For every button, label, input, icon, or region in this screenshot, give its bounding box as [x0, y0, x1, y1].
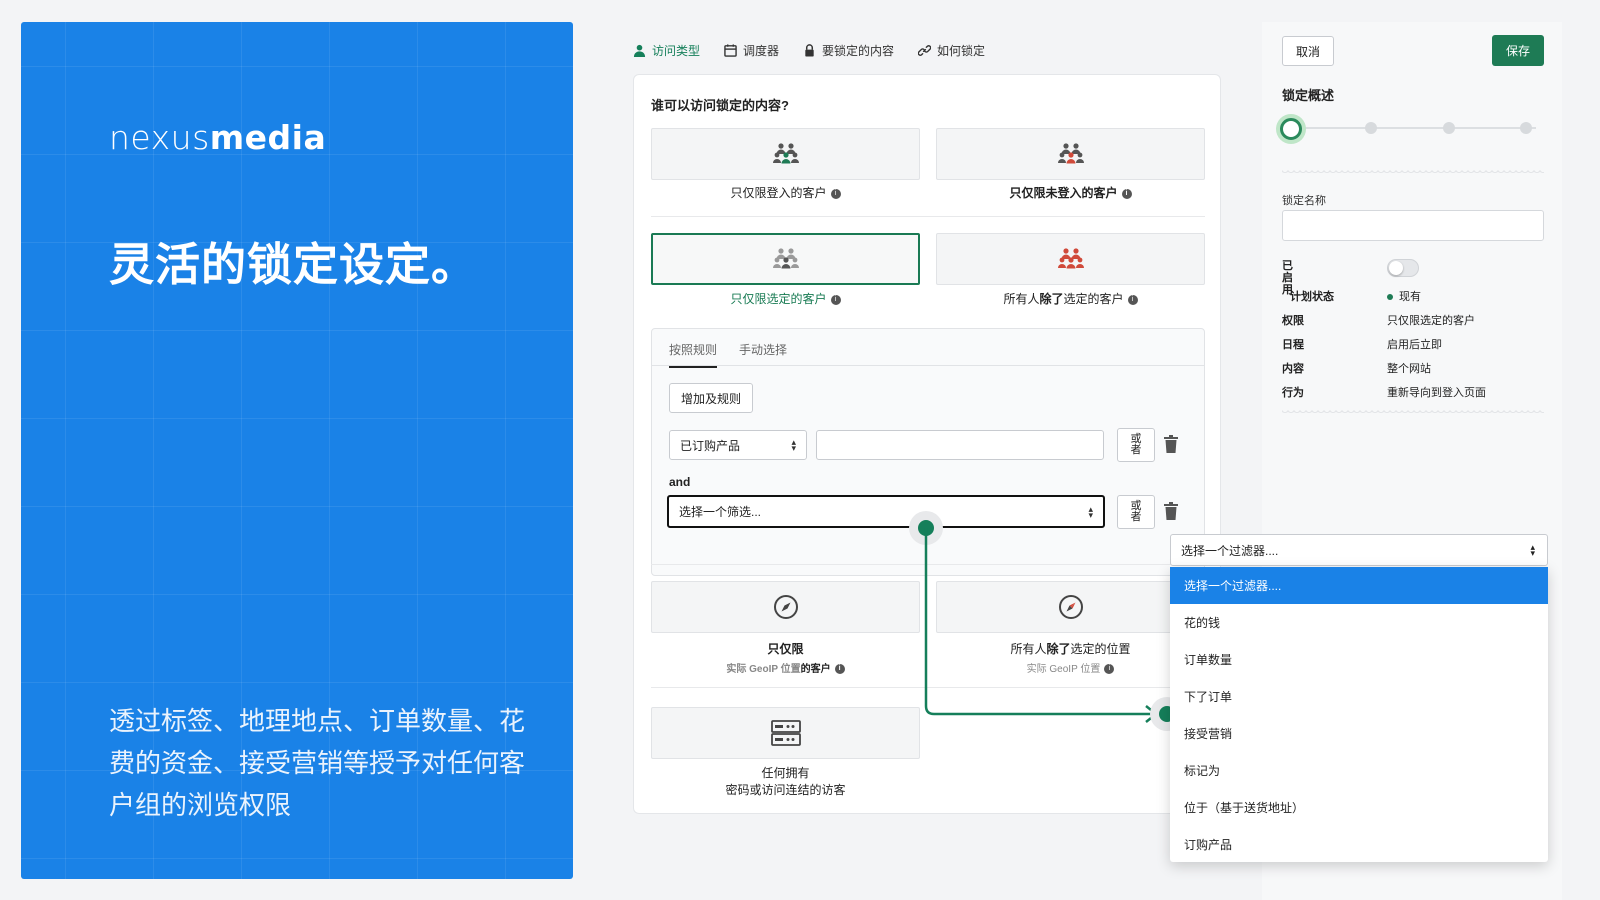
overview-title: 锁定概述: [1282, 88, 1335, 103]
info-icon[interactable]: i: [830, 294, 841, 305]
option-everyone-except-label: 所有人除了选定的客户 i: [936, 290, 1205, 307]
and-label: and: [669, 475, 691, 489]
option-selected-customers-label: 只仅限选定的客户 i: [651, 290, 920, 307]
lock-name-label: 锁定名称: [1282, 195, 1326, 207]
dropdown-option[interactable]: 标记为: [1170, 752, 1548, 789]
compass-icon: [773, 595, 798, 619]
rule1-filter-select[interactable]: 已订购产品 ▴ ▾: [669, 430, 807, 460]
option-logged-in-label: 只仅限登入的客户 i: [651, 184, 920, 201]
rule2-or-button[interactable]: 或者: [1117, 495, 1155, 529]
step-how-to-lock[interactable]: 如何锁定: [918, 42, 985, 59]
compass-icon: [1058, 595, 1083, 619]
lock-icon: [805, 44, 814, 57]
cancel-button[interactable]: 取消: [1282, 36, 1334, 66]
filter-dropdown-select[interactable]: 选择一个过滤器.... ▴ ▾: [1170, 534, 1548, 566]
option-everyone-except[interactable]: [936, 233, 1205, 285]
rules-tabs: 按照规则 手动选择: [669, 341, 787, 368]
option-not-logged-in[interactable]: [936, 128, 1205, 180]
step-scheduler[interactable]: 调度器: [724, 42, 779, 59]
option-not-logged-in-label: 只仅限未登入的客户 i: [936, 184, 1205, 201]
dropdown-option[interactable]: 下了订单: [1170, 678, 1548, 715]
rule1-or-button[interactable]: 或者: [1117, 428, 1155, 462]
dropdown-option[interactable]: 接受营销: [1170, 715, 1548, 752]
info-icon[interactable]: i: [1121, 188, 1132, 199]
group-icon: [772, 143, 799, 164]
select-arrows-icon: ▴ ▾: [791, 437, 796, 453]
promo-panel: nexusmedia 灵活的锁定设定。 透过标签、地理地点、订单数量、花费的资金…: [21, 22, 573, 879]
wavy-divider: [1282, 170, 1544, 174]
divider: [651, 564, 1205, 565]
divider: [651, 687, 1205, 688]
group-icon: [1057, 143, 1084, 164]
step-access-type[interactable]: 访问类型: [633, 42, 700, 59]
promo-description: 透过标签、地理地点、订单数量、花费的资金、接受营销等授予对任何客户组的浏览权限: [109, 706, 526, 820]
save-button[interactable]: 保存: [1492, 35, 1544, 66]
user-icon: [633, 44, 646, 57]
rules-panel: 按照规则 手动选择 增加及规则 已订购产品 ▴ ▾ 或者 and 选择一个筛选..…: [651, 328, 1205, 576]
select-arrows-icon: ▴ ▾: [1088, 503, 1093, 520]
status-dot: [1387, 294, 1393, 301]
group-icon: [772, 248, 799, 269]
progress-step: [1365, 122, 1377, 134]
wavy-divider: [1282, 410, 1544, 414]
option-geo-everyone-except-label: 所有人除了选定的位置 实际 GeoIP 位置 i: [1010, 642, 1131, 675]
info-icon[interactable]: i: [830, 188, 841, 199]
progress-step: [1443, 122, 1455, 134]
group-icon: [1057, 248, 1084, 269]
tab-underline: [652, 365, 1204, 366]
rule1-value-input[interactable]: [816, 430, 1104, 460]
tab-manual-select[interactable]: 手动选择: [739, 341, 787, 368]
info-icon[interactable]: i: [1127, 294, 1138, 305]
tab-by-rules[interactable]: 按照规则: [669, 341, 718, 368]
promo-headline: 灵活的锁定设定。: [109, 239, 478, 290]
option-geo-only[interactable]: [651, 581, 920, 633]
wizard-steps: 访问类型 调度器 要锁定的内容 如何锁定: [633, 42, 985, 59]
enabled-toggle[interactable]: [1387, 259, 1419, 277]
option-geo-only-label: 只仅限 实际 GeoIP 位置的客户 i: [651, 640, 920, 675]
option-password-label: 任何拥有 密码或访问连结的访客: [725, 766, 846, 797]
filter-dropdown-list: 选择一个过滤器.... 花的钱 订单数量 下了订单 接受营销 标记为 位于（基于…: [1170, 567, 1548, 862]
progress-step: [1520, 122, 1532, 134]
dropdown-option[interactable]: 选择一个过滤器....: [1170, 567, 1548, 604]
dropdown-option[interactable]: 花的钱: [1170, 604, 1548, 641]
link-icon: [918, 45, 932, 56]
trash-icon[interactable]: [1164, 435, 1178, 453]
access-question: 谁可以访问锁定的内容?: [651, 98, 789, 113]
access-type-card: 谁可以访问锁定的内容? 只仅限登入的客户 i 只仅限未登入的客户 i 只仅限选定的客…: [633, 74, 1221, 814]
lock-name-input[interactable]: [1282, 210, 1544, 241]
trash-icon[interactable]: [1164, 502, 1178, 520]
option-password[interactable]: [651, 707, 920, 759]
dropdown-option[interactable]: 位于（基于送货地址）: [1170, 789, 1548, 826]
progress-step-current: [1280, 118, 1302, 140]
select-arrows-icon: ▴ ▾: [1530, 542, 1535, 558]
add-rule-button[interactable]: 增加及规则: [669, 383, 753, 413]
nexusmedia-logo: nexusmedia: [109, 118, 327, 157]
dropdown-option[interactable]: 订单数量: [1170, 641, 1548, 678]
divider: [651, 216, 1205, 217]
server-key-icon: [770, 720, 801, 746]
progress-track: [1286, 127, 1536, 129]
info-icon[interactable]: i: [834, 664, 845, 675]
option-selected-customers[interactable]: [651, 233, 920, 285]
option-logged-in[interactable]: [651, 128, 920, 180]
option-geo-everyone-except[interactable]: [936, 581, 1205, 633]
dropdown-option[interactable]: 订购产品: [1170, 826, 1548, 863]
rule2-filter-select[interactable]: 选择一个筛选... ▴ ▾: [667, 495, 1105, 528]
step-content-to-lock[interactable]: 要锁定的内容: [803, 42, 894, 59]
info-icon[interactable]: i: [1104, 664, 1115, 675]
calendar-icon: [724, 44, 737, 57]
